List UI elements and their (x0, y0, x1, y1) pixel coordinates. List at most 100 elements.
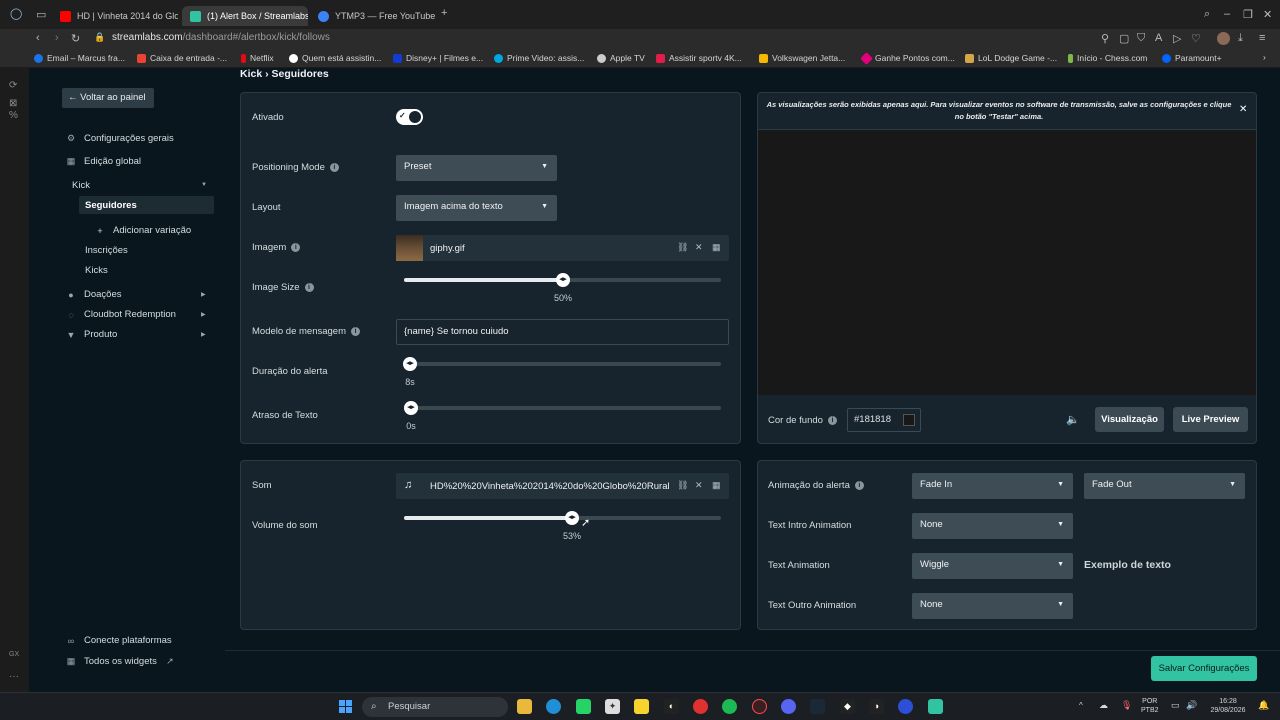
back-icon[interactable]: ‹ (36, 32, 40, 44)
library-grid-icon[interactable]: ▦ (712, 242, 721, 253)
link-icon[interactable]: ⛓ (677, 242, 688, 253)
duration-slider[interactable]: ◂▸ (403, 357, 721, 371)
remove-icon[interactable]: ✕ (695, 480, 703, 491)
browser-logo-icon[interactable]: ◯ (10, 7, 22, 20)
bookmark-prime[interactable]: Prime Video: assis... (494, 53, 584, 63)
play-icon[interactable]: ▷ (1173, 32, 1181, 45)
alert-animation-in-select[interactable]: Fade In ▼ (912, 473, 1073, 499)
sidebar-item-kicks[interactable]: Kicks (85, 265, 108, 276)
slider-handle[interactable]: ◂▸ (565, 511, 579, 525)
translate-icon[interactable]: A (1155, 32, 1162, 44)
heart-icon[interactable]: ♡ (1191, 32, 1201, 45)
bookmark-netflix[interactable]: Netflix (241, 53, 274, 63)
info-icon[interactable]: i (854, 480, 864, 490)
steam-icon[interactable] (810, 699, 825, 714)
epic-icon[interactable]: ◆ (840, 699, 855, 714)
app-icon[interactable]: ✦ (605, 699, 620, 714)
reload-icon[interactable]: ↻ (71, 32, 80, 45)
pin-icon[interactable]: ⚲ (1101, 32, 1109, 45)
bg-color-input[interactable]: #181818 (847, 408, 921, 432)
app-red-icon[interactable] (693, 699, 708, 714)
text-intro-animation-select[interactable]: None ▼ (912, 513, 1073, 539)
save-settings-button[interactable]: Salvar Configurações (1151, 656, 1257, 681)
all-widgets-link[interactable]: ▦ Todos os widgets ↗ (66, 656, 175, 667)
notifications-icon[interactable]: 🔔 (1258, 701, 1269, 710)
sound-file-field[interactable]: ♫ HD%20%20Vinheta%202014%20do%20Globo%20… (396, 473, 729, 499)
workspaces-icon[interactable]: ▭ (36, 8, 46, 21)
minimize-icon[interactable]: – (1224, 8, 1230, 20)
speaker-icon[interactable]: 🔊 (1186, 701, 1197, 710)
bookmark-email[interactable]: Email – Marcus fra... (34, 53, 125, 63)
sticky-notes-icon[interactable] (634, 699, 649, 714)
sidebar-item-global-edit[interactable]: ▦ Edição global (66, 156, 141, 167)
back-to-dashboard-button[interactable]: ← Voltar ao painel (62, 88, 154, 108)
enabled-toggle[interactable]: ✓ (396, 109, 423, 125)
search-tabs-icon[interactable]: ⌕ (1204, 8, 1210, 21)
history-icon[interactable]: ⟳ (9, 80, 17, 91)
text-delay-slider[interactable]: ◂▸ (404, 401, 721, 415)
percent-icon[interactable]: % (9, 110, 18, 121)
add-variation-button[interactable]: + Adicionar variação (95, 225, 191, 236)
language-indicator[interactable]: POR PTB2 (1141, 697, 1159, 715)
download-icon[interactable]: ⤓ (1238, 32, 1243, 45)
opera-gx-icon[interactable] (752, 699, 767, 714)
info-icon[interactable]: i (304, 282, 314, 292)
screenshot-icon[interactable]: ▢ (1119, 32, 1129, 45)
more-bookmarks-icon[interactable]: › (1263, 52, 1266, 62)
sidebar-item-product[interactable]: ▼ Produto (66, 329, 118, 340)
cloud-icon[interactable]: ☁ (1099, 701, 1108, 710)
capcut-2-icon[interactable]: ◑ (869, 699, 884, 714)
bookmark-volkswagen[interactable]: Volkswagen Jetta... (759, 53, 845, 63)
live-preview-button[interactable]: Live Preview (1173, 407, 1248, 432)
whatsapp-icon[interactable] (576, 699, 591, 714)
edge-icon[interactable] (546, 699, 561, 714)
bookmark-lol[interactable]: LoL Dodge Game -... (965, 53, 1057, 63)
sidebar-item-kick[interactable]: Kick (72, 180, 90, 191)
info-icon[interactable]: i (827, 415, 837, 425)
tab-alert-box[interactable]: (1) Alert Box / Streamlabs (182, 6, 308, 26)
text-animation-select[interactable]: Wiggle ▼ (912, 553, 1073, 579)
link-icon[interactable]: ⛓ (677, 480, 688, 491)
close-notice-icon[interactable]: ✕ (1239, 104, 1247, 115)
url-field[interactable]: streamlabs.com/dashboard#/alertbox/kick/… (112, 32, 330, 43)
connect-platforms-link[interactable]: ∞ Conecte plataformas (66, 635, 172, 646)
sidebar-item-followers[interactable]: Seguidores (85, 200, 137, 211)
alert-animation-out-select[interactable]: Fade Out ▼ (1084, 473, 1245, 499)
info-icon[interactable]: i (329, 162, 339, 172)
capcut-icon[interactable]: ◐ (664, 699, 679, 714)
games-icon[interactable]: ⊠ (9, 98, 17, 109)
layout-select[interactable]: Imagem acima do texto ▼ (396, 195, 557, 221)
file-explorer-icon[interactable] (517, 699, 532, 714)
streamlabs-icon[interactable] (928, 699, 943, 714)
image-file-field[interactable]: giphy.gif ⛓ ✕ ▦ (396, 235, 729, 261)
shield-icon[interactable]: ⛉ (1137, 32, 1145, 45)
discord-icon[interactable] (781, 699, 796, 714)
sidebar-item-donations[interactable]: ● Doações (66, 289, 121, 300)
tray-chevron-icon[interactable]: ^ (1079, 701, 1083, 710)
slider-handle[interactable]: ◂▸ (556, 273, 570, 287)
library-grid-icon[interactable]: ▦ (712, 480, 721, 491)
bookmark-paramount[interactable]: Paramount+ (1162, 53, 1222, 63)
clock[interactable]: 16:28 29/08/2026 (1205, 697, 1251, 715)
tab-vinheta[interactable]: HD | Vinheta 2014 do Globo (52, 6, 178, 26)
sidebar-item-cloudbot[interactable]: ◌ Cloudbot Redemption (66, 309, 176, 320)
volume-slider[interactable]: ◂▸ (404, 511, 721, 525)
message-template-input[interactable]: {name} Se tornou cuiudo (396, 319, 729, 345)
tab-ytmp3[interactable]: YTMP3 — Free YouTube to (310, 6, 436, 26)
ea-icon[interactable] (898, 699, 913, 714)
profile-avatar[interactable] (1217, 32, 1230, 45)
network-icon[interactable]: ▭ (1171, 701, 1180, 710)
info-icon[interactable]: i (351, 326, 360, 336)
slider-handle[interactable]: ◂▸ (403, 357, 417, 371)
microphone-icon[interactable]: 🎙 (1121, 701, 1132, 710)
sidebar-item-subscriptions[interactable]: Inscrições (85, 245, 128, 256)
visualize-button[interactable]: Visualização (1095, 407, 1164, 432)
bookmark-disney[interactable]: Disney+ | Filmes e... (393, 53, 483, 63)
forward-icon[interactable]: › (55, 32, 59, 44)
color-swatch[interactable] (903, 414, 915, 426)
spotify-icon[interactable] (722, 699, 737, 714)
bookmark-chess[interactable]: Início - Chess.com (1068, 53, 1147, 63)
more-icon[interactable]: ··· (9, 671, 19, 682)
close-window-icon[interactable]: ✕ (1263, 8, 1272, 21)
slider-handle[interactable]: ◂▸ (404, 401, 418, 415)
